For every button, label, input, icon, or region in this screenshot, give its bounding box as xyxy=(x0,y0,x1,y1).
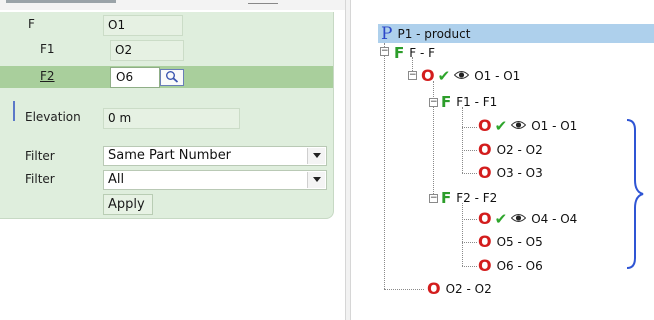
tree-node-option[interactable]: O ✔ O1 - O1 xyxy=(421,66,521,86)
filter-label-2: Filter xyxy=(25,172,55,186)
tree-line xyxy=(433,107,434,198)
filter-select-1-value: Same Part Number xyxy=(108,148,232,163)
tree-line xyxy=(462,173,477,174)
cut-off-toolbar xyxy=(6,0,116,3)
option-icon: O xyxy=(478,232,492,251)
elevation-field[interactable]: 0 m xyxy=(103,108,240,129)
option-icon: O xyxy=(478,140,492,159)
eye-icon xyxy=(453,69,470,83)
tree-node-label: F - F xyxy=(409,46,436,60)
tree-node-root[interactable]: P P1 - product xyxy=(381,24,470,43)
tree-node-option[interactable]: O O6 - O6 xyxy=(478,257,543,275)
apply-button[interactable]: Apply xyxy=(103,194,153,215)
family-icon: F xyxy=(441,189,452,207)
tree-node-label: P1 - product xyxy=(397,26,471,41)
tree-node-label: O2 - O2 xyxy=(445,282,492,296)
chevron-down-icon[interactable] xyxy=(307,172,325,188)
filter-select-2[interactable]: All xyxy=(103,170,327,190)
option-icon: O xyxy=(421,66,435,85)
tree-line xyxy=(462,127,477,128)
option-icon: O xyxy=(478,209,492,228)
tree-node-label: F1 - F1 xyxy=(456,95,498,109)
tree-node-option[interactable]: O ✔ O4 - O4 xyxy=(478,209,578,229)
row-label-f2[interactable]: F2 xyxy=(40,69,55,83)
tree-line xyxy=(462,242,477,243)
tree-node-option[interactable]: O O2 - O2 xyxy=(478,141,543,159)
value-field-f[interactable]: O1 xyxy=(103,15,183,36)
eye-icon xyxy=(510,212,527,226)
tree-node-family[interactable]: F F - F xyxy=(394,44,435,62)
tree-line xyxy=(462,203,463,266)
top-strip xyxy=(0,0,345,10)
magnifier-icon xyxy=(165,70,179,86)
row-label-f: F xyxy=(28,17,35,31)
checkmark-icon: ✔ xyxy=(437,67,451,85)
tree-line xyxy=(462,266,477,267)
tree-line xyxy=(462,150,477,151)
filter-select-2-value: All xyxy=(108,172,125,187)
tree-line xyxy=(462,219,477,220)
value-field-f1[interactable]: O2 xyxy=(110,40,184,61)
tree-node-label: O6 - O6 xyxy=(496,259,543,273)
tree-line xyxy=(384,289,424,290)
tree-node-label: O3 - O3 xyxy=(496,166,543,180)
eye-icon xyxy=(510,119,527,133)
collapse-toggle[interactable]: − xyxy=(429,98,438,107)
tree-node-label: O1 - O1 xyxy=(474,69,521,83)
tree-line xyxy=(384,43,385,289)
tree-node-family[interactable]: F F2 - F2 xyxy=(441,189,497,207)
filter-select-1[interactable]: Same Part Number xyxy=(103,146,327,166)
tree-node-option[interactable]: O O3 - O3 xyxy=(478,164,543,182)
lookup-button[interactable] xyxy=(160,69,184,86)
collapse-toggle[interactable]: − xyxy=(380,47,389,56)
elevation-label: Elevation xyxy=(25,110,81,124)
collapse-toggle[interactable]: − xyxy=(429,194,438,203)
option-icon: O xyxy=(478,256,492,275)
checkmark-icon: ✔ xyxy=(494,117,508,135)
family-icon: F xyxy=(394,44,405,62)
option-icon: O xyxy=(478,116,492,135)
value-input-f2[interactable]: O6 xyxy=(110,67,160,88)
tree-node-family[interactable]: F F1 - F1 xyxy=(441,93,497,111)
grouping-brace xyxy=(626,119,644,269)
option-icon: O xyxy=(478,163,492,182)
elevation-marker xyxy=(13,101,15,121)
family-icon: F xyxy=(441,93,452,111)
cut-off-line xyxy=(248,3,278,4)
tree-line xyxy=(462,107,463,173)
option-icon: O xyxy=(427,279,441,298)
tree-node-option[interactable]: O O2 - O2 xyxy=(427,280,492,298)
tree-node-label: F2 - F2 xyxy=(456,191,498,205)
filter-label-1: Filter xyxy=(25,149,55,163)
tree-node-label: O5 - O5 xyxy=(496,235,543,249)
product-icon: P xyxy=(381,23,393,44)
checkmark-icon: ✔ xyxy=(494,210,508,228)
tree-node-option[interactable]: O O5 - O5 xyxy=(478,233,543,251)
tree-node-option[interactable]: O ✔ O1 - O1 xyxy=(478,116,578,136)
tree-node-label: O1 - O1 xyxy=(531,119,578,133)
chevron-down-icon[interactable] xyxy=(307,148,325,164)
tree-node-label: O4 - O4 xyxy=(531,212,578,226)
tree-node-label: O2 - O2 xyxy=(496,143,543,157)
row-label-f1: F1 xyxy=(40,42,55,56)
collapse-toggle[interactable]: − xyxy=(408,71,417,80)
